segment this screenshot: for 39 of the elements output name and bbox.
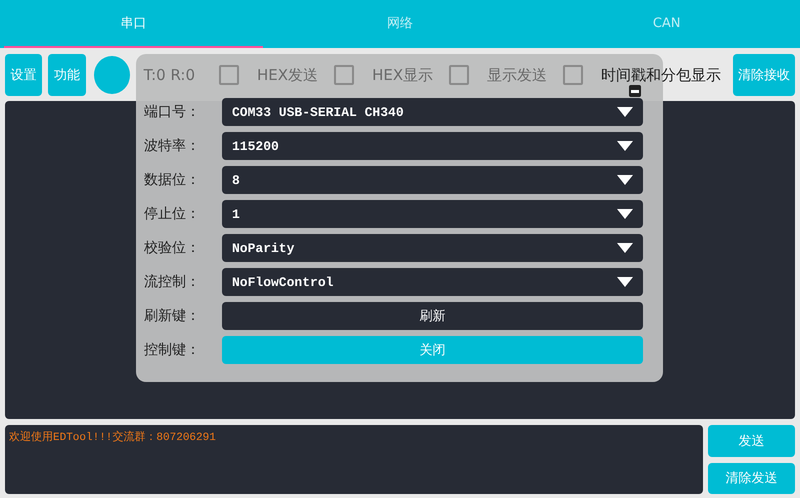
counter-text: T:0 R:0 [144,68,196,82]
dialog-button[interactable]: 关闭 [222,336,643,364]
checkbox-label: 显示发送 [487,68,548,82]
toolbar-button[interactable]: 功能 [48,54,86,96]
field-label: 控制键： [144,341,201,359]
tab[interactable]: CAN [537,0,796,48]
field-label: 刷新键： [144,307,201,325]
checkbox-label: HEX发送 [257,68,318,82]
send-button[interactable]: 发送 [708,425,795,456]
toolbar-button[interactable]: 设置 [5,54,42,96]
minus-icon [631,90,639,92]
send-field[interactable]: 欢迎使用EDTool!!!交流群：807206291 [5,425,703,494]
tab[interactable]: 网络 [270,0,530,48]
field-label: 校验位： [144,239,201,257]
dropdown[interactable]: COM33 USB-SERIAL CH340 [222,98,643,126]
dropdown-arrow-icon [617,277,633,287]
field-label: 波特率： [144,137,201,155]
dropdown[interactable]: 115200 [222,132,643,160]
dropdown-arrow-icon [617,209,633,219]
dropdown[interactable]: NoFlowControl [222,268,643,296]
field-label: 流控制： [144,273,201,291]
status-indicator [94,56,130,94]
minimize-button[interactable] [629,85,641,97]
dialog-button[interactable]: 刷新 [222,302,643,330]
dropdown-arrow-icon [617,141,633,151]
field-label: 停止位： [144,205,201,223]
checkbox-label: HEX显示 [372,68,434,82]
clear-receive-button[interactable]: 清除接收 [733,54,795,96]
dropdown[interactable]: 1 [222,200,643,228]
dropdown-arrow-icon [617,175,633,185]
field-label: 数据位： [144,171,201,189]
dropdown-arrow-icon [617,107,633,117]
checkbox-label: 时间戳和分包显示 [601,68,722,82]
field-label: 端口号： [144,103,201,121]
send-button[interactable]: 清除发送 [708,462,795,494]
tab[interactable]: 串口 [4,0,263,48]
dropdown[interactable]: NoParity [222,234,643,262]
dropdown-arrow-icon [617,243,633,253]
dropdown[interactable]: 8 [222,166,643,194]
